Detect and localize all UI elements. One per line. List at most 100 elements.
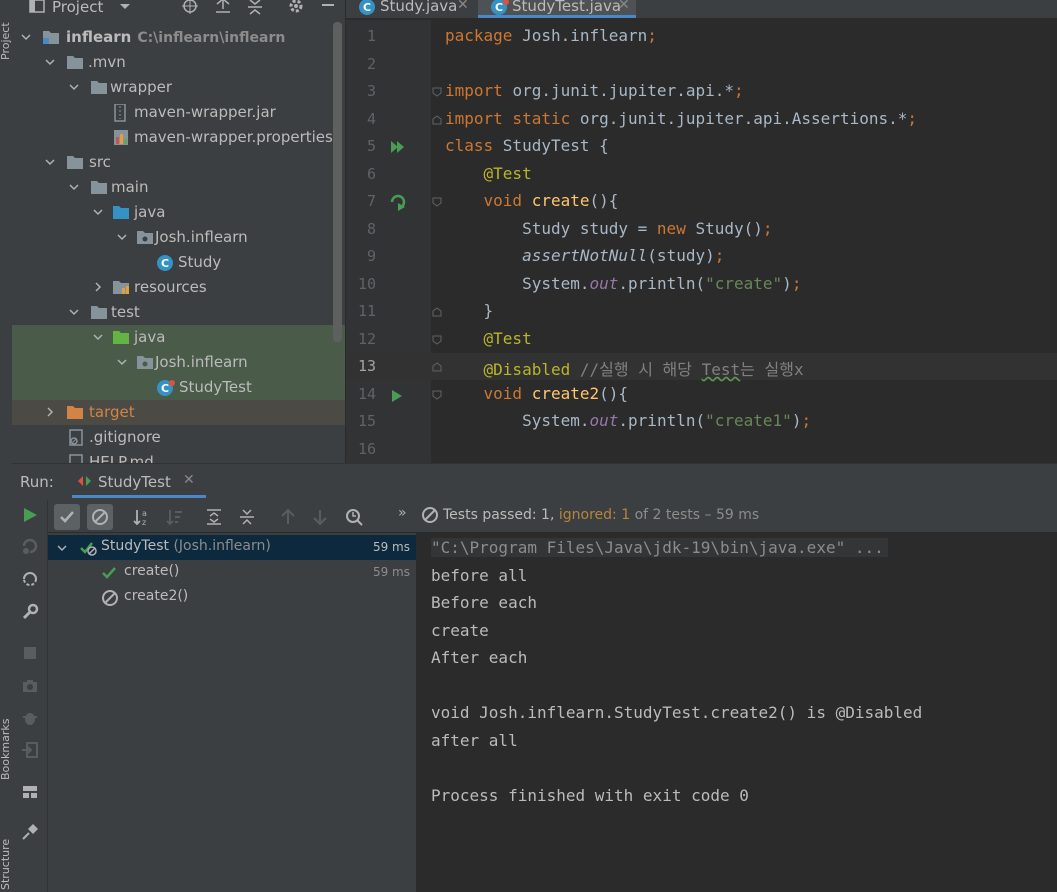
chevron-right-icon[interactable] [44,406,56,418]
console-line: After each [431,648,528,667]
tree-item-studytest-class[interactable]: C StudyTest [12,375,345,400]
rerun-failed-icon[interactable] [21,537,39,555]
sort-alpha-icon[interactable]: az [128,504,154,530]
project-title[interactable]: Project [52,0,103,16]
layout-icon[interactable] [21,783,39,801]
code-line[interactable]: void create2(){ [445,383,629,403]
sort-duration-icon[interactable] [161,504,187,530]
stop-icon[interactable] [21,644,39,662]
chevron-down-icon[interactable] [68,81,80,93]
chevron-down-icon[interactable] [44,56,56,68]
wrench-icon[interactable] [21,603,39,621]
tree-label: src [89,153,111,171]
tree-item-test[interactable]: test [12,300,345,325]
package-icon [137,356,153,369]
result-create[interactable]: create() 59 ms [48,560,416,585]
locate-icon[interactable] [180,0,200,16]
rerun-icon[interactable] [21,506,39,524]
debug-icon[interactable] [21,709,39,727]
code-line[interactable]: @Test [445,329,532,348]
show-ignored-button[interactable] [87,504,113,530]
tree-item-test-java[interactable]: java [12,325,345,350]
close-icon[interactable]: ✕ [183,472,195,488]
tree-item-main[interactable]: main [12,175,345,200]
tree-item-wrapper[interactable]: wrapper [12,75,345,100]
tree-item-mvn[interactable]: .mvn [12,50,345,75]
project-scrollbar[interactable] [333,22,342,342]
chevron-down-icon[interactable] [56,542,68,554]
minimize-icon[interactable] [318,0,338,16]
tree-item-resources[interactable]: resources [12,275,345,300]
run-test-icon[interactable] [390,388,404,404]
rerun-test-icon[interactable] [389,193,407,211]
toggle-auto-test-icon[interactable] [21,570,39,588]
code-line[interactable]: assertNotNull(study); [445,246,724,265]
result-create2[interactable]: create2() [48,585,416,610]
tree-item-src[interactable]: src [12,150,345,175]
run-tab-studytest[interactable]: StudyTest ✕ [72,464,206,498]
tree-item-main-java[interactable]: java [12,200,345,225]
pin-icon[interactable] [21,823,39,841]
exit-icon[interactable] [21,741,39,759]
fold-icon[interactable] [431,361,443,373]
code-line[interactable]: System.out.println("create"); [445,274,801,293]
chevron-down-icon[interactable] [20,31,32,43]
tree-item-study-class[interactable]: C Study [12,250,345,275]
code-line[interactable]: System.out.println("create1"); [445,411,811,430]
tree-item-maven-wrapper-jar[interactable]: maven-wrapper.jar [12,100,345,125]
chevron-down-icon[interactable] [44,156,56,168]
expand-all-icon[interactable] [201,504,227,530]
code-line[interactable]: package Josh.inflearn; [445,26,657,45]
chevron-down-icon[interactable] [68,306,80,318]
chevron-down-icon[interactable] [68,181,80,193]
chevron-down-icon[interactable] [92,331,104,343]
next-failed-icon[interactable] [307,504,333,530]
tree-item-inflearn[interactable]: inflearn C:\inflearn\inflearn [12,25,345,50]
code-line[interactable]: import org.junit.jupiter.api.*; [445,81,744,100]
code-line[interactable]: import static org.junit.jupiter.api.Asse… [445,109,917,128]
tree-item-target[interactable]: target [12,400,345,425]
more-icon[interactable]: » [398,505,407,521]
run-class-icon[interactable] [389,139,407,155]
chevron-down-icon[interactable] [118,0,132,16]
fold-icon[interactable] [431,389,443,401]
collapse-all-icon[interactable] [234,504,260,530]
tab-studytest-java[interactable]: C StudyTest.java ✕ [488,0,638,18]
svg-text:a: a [142,509,147,518]
chevron-down-icon[interactable] [116,231,128,243]
fold-icon[interactable] [431,196,443,208]
code-line[interactable]: class StudyTest { [445,136,609,155]
console-output[interactable]: "C:\Program Files\Java\jdk-19\bin\java.e… [417,533,1057,892]
status-summary: of 2 tests – 59 ms [634,507,760,523]
show-passed-button[interactable] [54,504,80,530]
chevron-right-icon[interactable] [92,281,104,293]
code-line[interactable]: @Disabled //실행 시 해당 Test는 실행x [445,356,804,380]
camera-icon[interactable] [21,677,39,695]
tree-item-test-package[interactable]: Josh.inflearn [12,350,345,375]
chevron-down-icon[interactable] [116,356,128,368]
fold-icon[interactable] [431,86,443,98]
expand-all-icon[interactable] [213,0,233,16]
result-studytest[interactable]: StudyTest (Josh.inflearn) 59 ms [48,535,416,560]
gear-icon[interactable] [286,0,306,16]
tree-item-gitignore[interactable]: .gitignore [12,425,345,450]
code-line[interactable]: } [445,301,494,320]
history-icon[interactable] [341,504,367,530]
code-line[interactable]: void create(){ [445,191,619,210]
code-line[interactable]: Study study = new Study(); [445,219,772,238]
code-line[interactable]: @Test [445,164,532,183]
fold-icon[interactable] [431,306,443,318]
tree-item-maven-wrapper-properties[interactable]: maven-wrapper.properties [12,125,345,150]
chevron-down-icon[interactable] [92,206,104,218]
tree-item-help-md[interactable]: HELP.md [12,450,345,463]
tab-study-java[interactable]: C Study.java ✕ [356,0,476,18]
close-icon[interactable]: ✕ [618,0,630,13]
previous-failed-icon[interactable] [275,504,301,530]
fold-icon[interactable] [431,114,443,126]
code-token: void [483,383,532,403]
collapse-all-icon[interactable] [245,0,265,16]
test-run-config-icon [78,476,91,486]
tree-item-main-package[interactable]: Josh.inflearn [12,225,345,250]
fold-icon[interactable] [431,334,443,346]
close-icon[interactable]: ✕ [457,0,469,13]
